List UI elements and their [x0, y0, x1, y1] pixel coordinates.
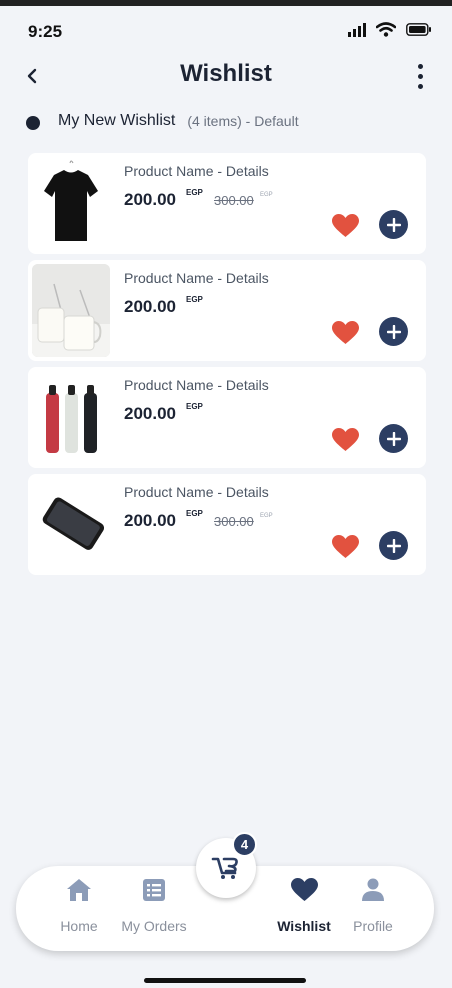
dot-icon [417, 73, 423, 79]
wifi-icon [376, 22, 396, 37]
product-price: 200.00 [124, 404, 176, 423]
product-currency: EGP [186, 295, 203, 304]
product-price: 200.00 [124, 297, 176, 316]
product-image-bottles [32, 371, 110, 464]
heart-icon [331, 321, 359, 344]
brand-cart-icon [211, 857, 238, 879]
product-card[interactable]: Product Name - Details 200.00 EGP [28, 260, 426, 361]
nav-wishlist-label: Wishlist [277, 918, 331, 934]
more-options-button[interactable] [412, 60, 428, 92]
nav-profile-label: Profile [353, 918, 393, 934]
heart-icon [331, 428, 359, 451]
page-title: Wishlist [180, 60, 272, 87]
add-to-cart-button[interactable] [379, 210, 408, 239]
dot-icon [417, 83, 423, 89]
app-header: Wishlist [0, 54, 452, 98]
product-currency: EGP [186, 509, 203, 518]
product-price: 200.00 [124, 511, 176, 530]
product-name: Product Name - Details [124, 163, 269, 179]
product-old-currency: EGP [260, 192, 273, 198]
nav-home-label: Home [60, 918, 98, 934]
add-to-cart-button[interactable] [379, 424, 408, 453]
remove-from-wishlist-button[interactable] [330, 427, 360, 453]
nav-my-orders[interactable]: My Orders [116, 866, 192, 951]
product-old-currency: EGP [260, 513, 273, 519]
status-icons [348, 22, 432, 37]
product-image-milk-jars [32, 264, 110, 357]
product-name: Product Name - Details [124, 484, 269, 500]
heart-icon [290, 878, 318, 901]
status-time: 9:25 [28, 22, 63, 41]
user-icon [362, 878, 384, 901]
home-icon [67, 879, 91, 901]
wishlist-name: My New Wishlist [58, 112, 176, 129]
list-icon [143, 879, 165, 901]
plus-icon [386, 538, 401, 553]
nav-my-orders-label: My Orders [121, 918, 187, 934]
remove-from-wishlist-button[interactable] [330, 320, 360, 346]
plus-icon [386, 324, 401, 339]
product-image-tshirt [32, 157, 110, 250]
heart-icon [331, 214, 359, 237]
product-card[interactable]: Product Name - Details 200.00 EGP 300.00… [28, 153, 426, 254]
plus-icon [386, 217, 401, 232]
wishlist-bullet-icon [26, 116, 40, 130]
product-card[interactable]: Product Name - Details 200.00 EGP 300.00… [28, 474, 426, 575]
product-card[interactable]: Product Name - Details 200.00 EGP [28, 367, 426, 468]
dot-icon [417, 63, 423, 69]
nav-profile[interactable]: Profile [346, 866, 400, 951]
remove-from-wishlist-button[interactable] [330, 213, 360, 239]
nav-wishlist[interactable]: Wishlist [274, 866, 334, 951]
product-old-price: 300.00 [214, 514, 254, 529]
product-image-smartphone [32, 478, 110, 571]
battery-icon [406, 23, 431, 36]
wishlist-meta: (4 items) - Default [187, 113, 299, 129]
wishlist-selector[interactable]: My New Wishlist (4 items) - Default [26, 112, 299, 130]
status-bar: 9:25 [0, 14, 452, 50]
product-name: Product Name - Details [124, 377, 269, 393]
cart-count-badge: 4 [232, 832, 257, 857]
home-indicator [144, 978, 306, 983]
screen-top-edge [0, 0, 452, 6]
product-old-price: 300.00 [214, 193, 254, 208]
plus-icon [386, 431, 401, 446]
product-price: 200.00 [124, 190, 176, 209]
add-to-cart-button[interactable] [379, 317, 408, 346]
product-currency: EGP [186, 188, 203, 197]
heart-icon [331, 535, 359, 558]
nav-home[interactable]: Home [56, 866, 102, 951]
product-currency: EGP [186, 402, 203, 411]
signal-icon [348, 22, 366, 37]
product-name: Product Name - Details [124, 270, 269, 286]
remove-from-wishlist-button[interactable] [330, 534, 360, 560]
add-to-cart-button[interactable] [379, 531, 408, 560]
